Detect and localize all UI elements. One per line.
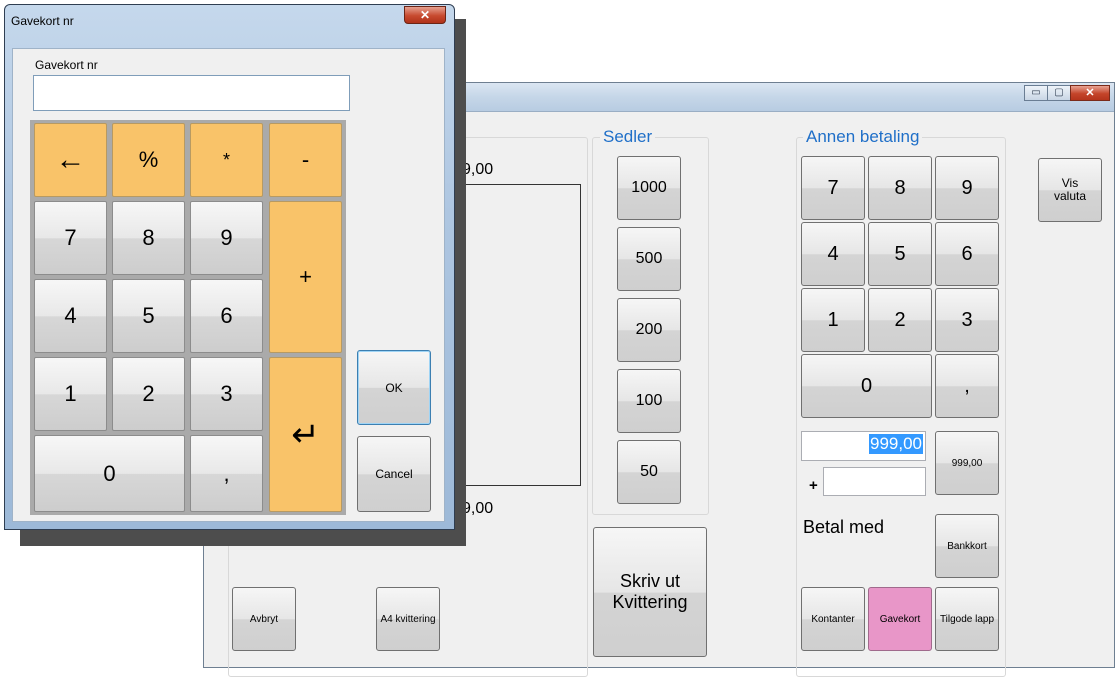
gavekort-field-label: Gavekort nr xyxy=(35,58,98,72)
betal-med-label: Betal med xyxy=(803,517,885,537)
plus-label: + xyxy=(809,477,818,494)
maximize-button[interactable]: ▢ xyxy=(1047,85,1071,101)
close-window-button[interactable]: ✕ xyxy=(1070,85,1110,101)
key-2[interactable]: 2 xyxy=(112,357,185,431)
multiply-key[interactable]: * xyxy=(190,123,263,197)
minus-key[interactable]: - xyxy=(269,123,342,197)
note-100-button[interactable]: 100 xyxy=(617,369,681,433)
note-200-button[interactable]: 200 xyxy=(617,298,681,362)
amount-bottom: 9,00 xyxy=(462,500,494,517)
avbryt-button[interactable]: Avbryt xyxy=(232,587,296,651)
amount-input[interactable]: 999,00 xyxy=(801,431,926,461)
gavekort-button[interactable]: Gavekort xyxy=(868,587,932,651)
key-6[interactable]: 6 xyxy=(190,279,263,353)
other-key-4[interactable]: 4 xyxy=(801,222,865,286)
bankkort-button[interactable]: Bankkort xyxy=(935,514,999,578)
key-7[interactable]: 7 xyxy=(34,201,107,275)
plus-input[interactable] xyxy=(823,467,926,496)
tilgode-lapp-button[interactable]: Tilgode lapp xyxy=(935,587,999,651)
ok-button[interactable]: OK xyxy=(357,350,431,425)
other-key-3[interactable]: 3 xyxy=(935,288,999,352)
key-5[interactable]: 5 xyxy=(112,279,185,353)
comma-key[interactable]: , xyxy=(190,435,263,512)
window-controls: ▭ ▢ ✕ xyxy=(1024,85,1110,101)
print-receipt-button[interactable]: Skriv ut Kvittering xyxy=(593,527,707,657)
kontanter-button[interactable]: Kontanter xyxy=(801,587,865,651)
backspace-key[interactable]: ← xyxy=(34,123,107,197)
other-key-6[interactable]: 6 xyxy=(935,222,999,286)
dialog-title: Gavekort nr xyxy=(11,14,74,28)
summary-box xyxy=(460,184,581,486)
vis-valuta-button[interactable]: Vis valuta xyxy=(1038,158,1102,222)
a4-kvittering-button[interactable]: A4 kvittering xyxy=(376,587,440,651)
note-1000-button[interactable]: 1000 xyxy=(617,156,681,220)
key-9[interactable]: 9 xyxy=(190,201,263,275)
note-50-button[interactable]: 50 xyxy=(617,440,681,504)
cancel-button[interactable]: Cancel xyxy=(357,436,431,512)
plus-key[interactable]: + xyxy=(269,201,342,353)
other-key-9[interactable]: 9 xyxy=(935,156,999,220)
key-1[interactable]: 1 xyxy=(34,357,107,431)
dialog-close-button[interactable]: ✕ xyxy=(404,6,446,24)
key-4[interactable]: 4 xyxy=(34,279,107,353)
other-key-1[interactable]: 1 xyxy=(801,288,865,352)
enter-key[interactable]: ↵ xyxy=(269,357,342,512)
percent-key[interactable]: % xyxy=(112,123,185,197)
amount-top: 9,00 xyxy=(462,161,494,178)
other-key-comma[interactable]: , xyxy=(935,354,999,418)
key-0[interactable]: 0 xyxy=(34,435,185,512)
other-key-5[interactable]: 5 xyxy=(868,222,932,286)
other-key-7[interactable]: 7 xyxy=(801,156,865,220)
key-3[interactable]: 3 xyxy=(190,357,263,431)
other-key-8[interactable]: 8 xyxy=(868,156,932,220)
sedler-title: Sedler xyxy=(600,127,656,147)
note-500-button[interactable]: 500 xyxy=(617,227,681,291)
key-8[interactable]: 8 xyxy=(112,201,185,275)
gavekort-input[interactable] xyxy=(33,75,350,111)
other-key-0[interactable]: 0 xyxy=(801,354,932,418)
amount-fill-button[interactable]: 999,00 xyxy=(935,431,999,495)
amount-input-value: 999,00 xyxy=(869,434,923,454)
other-key-2[interactable]: 2 xyxy=(868,288,932,352)
minimize-button[interactable]: ▭ xyxy=(1024,85,1048,101)
annen-betaling-title: Annen betaling xyxy=(803,127,923,147)
